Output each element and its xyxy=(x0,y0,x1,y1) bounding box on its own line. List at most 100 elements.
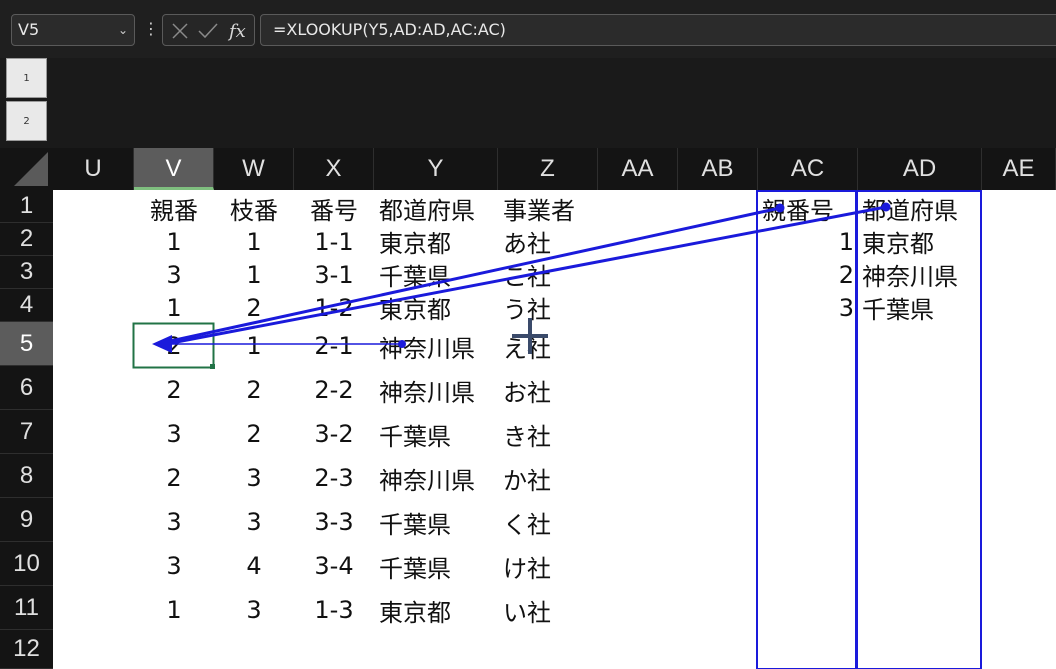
cell-z4[interactable]: う社 xyxy=(503,291,603,324)
column-header-w[interactable]: W xyxy=(214,148,294,190)
cell-y7[interactable]: 千葉県 xyxy=(379,412,503,456)
column-header-z[interactable]: Z xyxy=(498,148,598,190)
cell-z2[interactable]: あ社 xyxy=(503,225,603,258)
cell-y8[interactable]: 神奈川県 xyxy=(379,456,503,500)
cell-ad4[interactable]: 千葉県 xyxy=(862,291,986,324)
row-header-8[interactable]: 8 xyxy=(0,454,53,498)
row-header-3[interactable]: 3 xyxy=(0,256,53,289)
chevron-down-icon[interactable]: ⌄ xyxy=(118,15,128,45)
cell-z10[interactable]: け社 xyxy=(503,544,603,588)
fx-icon[interactable]: fx xyxy=(227,21,246,42)
cell-v8[interactable]: 2 xyxy=(134,456,214,500)
cell-w6[interactable]: 2 xyxy=(214,368,294,412)
row-header-2[interactable]: 2 xyxy=(0,223,53,256)
cell-x8[interactable]: 2-3 xyxy=(294,456,374,500)
row-header-10[interactable]: 10 xyxy=(0,542,53,586)
select-all-button[interactable] xyxy=(0,148,52,190)
row-header-11[interactable]: 11 xyxy=(0,586,53,630)
cell-y4[interactable]: 東京都 xyxy=(379,291,503,324)
cell-w5[interactable]: 1 xyxy=(214,324,294,368)
cell-x3[interactable]: 3-1 xyxy=(294,258,374,291)
cell-x5[interactable]: 2-1 xyxy=(294,324,374,368)
cell-x4[interactable]: 1-2 xyxy=(294,291,374,324)
cancel-icon[interactable] xyxy=(172,23,188,39)
row-header-1[interactable]: 1 xyxy=(0,190,53,223)
column-header-x[interactable]: X xyxy=(294,148,374,190)
cell-v2[interactable]: 1 xyxy=(134,225,214,258)
cell-w9[interactable]: 3 xyxy=(214,500,294,544)
cell-v10[interactable]: 3 xyxy=(134,544,214,588)
column-header-ad[interactable]: AD xyxy=(858,148,982,190)
cell-ad3[interactable]: 神奈川県 xyxy=(862,258,986,291)
cell-x11[interactable]: 1-3 xyxy=(294,588,374,632)
formula-input[interactable]: =XLOOKUP(Y5,AD:AD,AC:AC) xyxy=(260,14,1056,46)
cell-z3[interactable]: こ社 xyxy=(503,258,603,291)
column-header-ac[interactable]: AC xyxy=(758,148,858,190)
cell-x6[interactable]: 2-2 xyxy=(294,368,374,412)
cell-y3[interactable]: 千葉県 xyxy=(379,258,503,291)
cell-ac4[interactable]: 3 xyxy=(758,291,854,324)
cell-z11[interactable]: い社 xyxy=(503,588,603,632)
name-box[interactable]: V5 ⌄ xyxy=(11,14,135,46)
cell-ac2[interactable]: 1 xyxy=(758,225,854,258)
cell-y9[interactable]: 千葉県 xyxy=(379,500,503,544)
cell-x7[interactable]: 3-2 xyxy=(294,412,374,456)
cell-w11[interactable]: 3 xyxy=(214,588,294,632)
worksheet-grid[interactable]: 親番 枝番 番号 都道府県 事業者 1 1 1-1 東京都 あ社 3 1 3-1… xyxy=(53,190,1056,669)
header-cell[interactable]: 事業者 xyxy=(503,192,603,225)
cell-v6[interactable]: 2 xyxy=(134,368,214,412)
header-cell[interactable]: 枝番 xyxy=(214,192,294,225)
formula-bar: V5 ⌄ ⋮ fx =XLOOKUP(Y5,AD:AD,AC:AC) xyxy=(0,0,1056,58)
cell-w8[interactable]: 3 xyxy=(214,456,294,500)
cell-w10[interactable]: 4 xyxy=(214,544,294,588)
cell-z8[interactable]: か社 xyxy=(503,456,603,500)
cell-v7[interactable]: 3 xyxy=(134,412,214,456)
row-header-7[interactable]: 7 xyxy=(0,410,53,454)
column-header-aa[interactable]: AA xyxy=(598,148,678,190)
cell-y11[interactable]: 東京都 xyxy=(379,588,503,632)
cell-ad2[interactable]: 東京都 xyxy=(862,225,986,258)
column-header-y[interactable]: Y xyxy=(374,148,498,190)
cell-y10[interactable]: 千葉県 xyxy=(379,544,503,588)
row-header-9[interactable]: 9 xyxy=(0,498,53,542)
cell-x10[interactable]: 3-4 xyxy=(294,544,374,588)
cell-y6[interactable]: 神奈川県 xyxy=(379,368,503,412)
cell-z6[interactable]: お社 xyxy=(503,368,603,412)
outline-level-1-button[interactable]: 1 xyxy=(6,58,47,98)
cell-v5[interactable]: 2 xyxy=(134,324,214,368)
row-header-column: 1 2 3 4 5 6 7 8 9 10 11 12 xyxy=(0,190,53,669)
row-header-5[interactable]: 5 xyxy=(0,322,53,366)
lookup-header-cell[interactable]: 都道府県 xyxy=(862,192,986,225)
row-header-12[interactable]: 12 xyxy=(0,630,53,669)
cell-x9[interactable]: 3-3 xyxy=(294,500,374,544)
cell-w3[interactable]: 1 xyxy=(214,258,294,291)
formula-text: =XLOOKUP(Y5,AD:AD,AC:AC) xyxy=(273,20,506,39)
column-header-ae[interactable]: AE xyxy=(982,148,1056,190)
cell-ac3[interactable]: 2 xyxy=(758,258,854,291)
cell-v9[interactable]: 3 xyxy=(134,500,214,544)
cell-z9[interactable]: く社 xyxy=(503,500,603,544)
column-header-u[interactable]: U xyxy=(53,148,134,190)
cell-z7[interactable]: き社 xyxy=(503,412,603,456)
cell-v3[interactable]: 3 xyxy=(134,258,214,291)
column-header-v[interactable]: V xyxy=(134,148,214,190)
cell-y5[interactable]: 神奈川県 xyxy=(379,324,503,368)
row-header-6[interactable]: 6 xyxy=(0,366,53,410)
outline-level-2-button[interactable]: 2 xyxy=(6,101,47,141)
cell-z5[interactable]: え社 xyxy=(503,324,603,368)
header-cell[interactable]: 番号 xyxy=(294,192,374,225)
lookup-header-cell[interactable]: 親番号 xyxy=(762,192,858,225)
row-header-4[interactable]: 4 xyxy=(0,289,53,322)
more-options-icon[interactable]: ⋮ xyxy=(143,18,159,40)
header-cell[interactable]: 都道府県 xyxy=(379,192,503,225)
cell-v4[interactable]: 1 xyxy=(134,291,214,324)
column-header-ab[interactable]: AB xyxy=(678,148,758,190)
enter-icon[interactable] xyxy=(198,23,218,39)
cell-v11[interactable]: 1 xyxy=(134,588,214,632)
cell-y2[interactable]: 東京都 xyxy=(379,225,503,258)
cell-x2[interactable]: 1-1 xyxy=(294,225,374,258)
header-cell[interactable]: 親番 xyxy=(134,192,214,225)
cell-w2[interactable]: 1 xyxy=(214,225,294,258)
cell-w7[interactable]: 2 xyxy=(214,412,294,456)
cell-w4[interactable]: 2 xyxy=(214,291,294,324)
